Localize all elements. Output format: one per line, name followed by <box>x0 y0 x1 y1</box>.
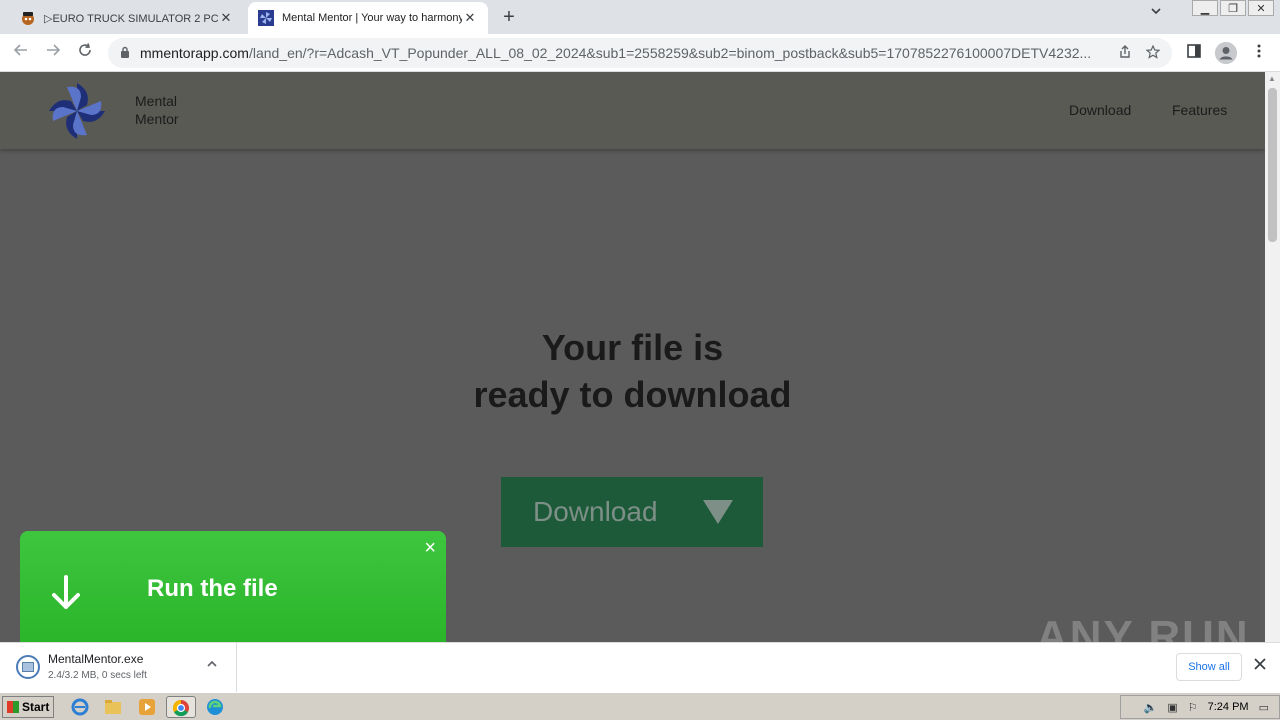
download-filename: MentalMentor.exe <box>48 652 144 666</box>
url-path: /land_en/?r=Adcash_VT_Popunder_ALL_08_02… <box>248 45 1092 61</box>
mental-mentor-logo-icon[interactable] <box>46 80 108 142</box>
url-host: mmentorapp.com <box>140 45 249 61</box>
scroll-up-arrow-icon[interactable]: ▲ <box>1268 74 1276 83</box>
download-button-label: Download <box>533 496 658 527</box>
browser-menu-icon[interactable] <box>1248 42 1270 64</box>
clock[interactable]: 7:24 PM <box>1208 701 1249 713</box>
shelf-close-icon[interactable] <box>1254 657 1266 675</box>
popup-close-icon[interactable]: × <box>424 537 436 560</box>
back-arrow-icon[interactable] <box>10 42 32 64</box>
run-file-popup[interactable]: × Run the file <box>20 531 446 642</box>
address-bar[interactable]: mmentorapp.com/land_en/?r=Adcash_VT_Popu… <box>108 38 1172 68</box>
network-icon[interactable]: ▣ <box>1167 701 1177 714</box>
file-explorer-icon[interactable] <box>103 697 123 717</box>
tab-euro-truck[interactable]: ▷EURO TRUCK SIMULATOR 2 PC ESP ✕ <box>10 2 244 34</box>
show-desktop-icon[interactable]: ▭ <box>1259 701 1269 714</box>
bookmark-star-icon[interactable] <box>1145 44 1161 62</box>
side-panel-icon[interactable] <box>1183 42 1205 64</box>
chevron-up-icon[interactable] <box>206 658 218 673</box>
share-icon[interactable] <box>1118 44 1132 62</box>
close-window-icon[interactable]: ✕ <box>1248 0 1274 16</box>
reload-icon[interactable] <box>74 42 96 64</box>
site-header: Mental Mentor Download Features <box>0 72 1265 149</box>
nav-features-link[interactable]: Features <box>1172 102 1227 118</box>
tab-close-icon[interactable]: ✕ <box>462 10 478 26</box>
brand-name[interactable]: Mental Mentor <box>135 92 179 128</box>
system-tray: 🔈 ▣ ⚐ 7:24 PM ▭ <box>1120 695 1280 719</box>
headline-line-1: Your file is <box>541 327 724 368</box>
tab-mental-mentor[interactable]: Mental Mentor | Your way to harmony ✕ <box>248 2 488 34</box>
new-tab-button[interactable]: + <box>498 4 520 30</box>
start-label: Start <box>22 700 50 714</box>
url-text: mmentorapp.com/land_en/?r=Adcash_VT_Popu… <box>140 45 1104 61</box>
brand-line-1: Mental <box>135 93 178 109</box>
euro-truck-favicon-icon <box>20 10 36 26</box>
download-button[interactable]: Download <box>501 477 763 547</box>
edge-icon[interactable] <box>205 697 225 717</box>
forward-arrow-icon[interactable] <box>42 42 64 64</box>
exe-file-icon <box>16 655 40 679</box>
download-item[interactable]: MentalMentor.exe 2.4/3.2 MB, 0 secs left <box>0 643 237 692</box>
minimize-icon[interactable]: ▁ <box>1192 0 1218 16</box>
mental-mentor-favicon-icon <box>258 10 274 26</box>
download-arrow-icon <box>52 575 80 609</box>
tab-title: Mental Mentor | Your way to harmony <box>282 12 462 24</box>
windows-taskbar: Start 🔈 ▣ ⚐ 7:24 PM ▭ <box>0 692 1280 720</box>
brand-line-2: Mentor <box>135 111 179 127</box>
nav-download-link[interactable]: Download <box>1069 102 1131 118</box>
headline-line-2: ready to download <box>473 374 792 415</box>
volume-icon[interactable]: 🔈 <box>1144 701 1158 714</box>
page-headline: Your file is ready to download <box>0 324 1265 418</box>
windows-flag-icon <box>7 701 19 713</box>
popup-text: Run the file <box>147 575 278 602</box>
chrome-taskbar-button[interactable] <box>166 696 196 718</box>
media-player-icon[interactable] <box>137 697 157 717</box>
download-status: 2.4/3.2 MB, 0 secs left <box>48 670 147 681</box>
internet-explorer-icon[interactable] <box>70 697 90 717</box>
show-all-button[interactable]: Show all <box>1176 653 1242 681</box>
chrome-icon <box>172 699 189 717</box>
lock-icon[interactable] <box>120 46 130 61</box>
start-button[interactable]: Start <box>2 696 54 718</box>
tab-strip: ▷EURO TRUCK SIMULATOR 2 PC ESP ✕ Mental … <box>0 0 1280 34</box>
page-scrollbar[interactable]: ▲ <box>1265 72 1280 642</box>
browser-toolbar: mmentorapp.com/land_en/?r=Adcash_VT_Popu… <box>0 34 1280 72</box>
tab-title: ▷EURO TRUCK SIMULATOR 2 PC ESP <box>44 12 218 25</box>
window-controls: ▁ ❐ ✕ <box>1190 0 1274 16</box>
action-center-flag-icon[interactable]: ⚐ <box>1188 701 1198 714</box>
download-shelf: MentalMentor.exe 2.4/3.2 MB, 0 secs left… <box>0 642 1280 692</box>
down-triangle-icon <box>703 500 733 524</box>
scrollbar-thumb[interactable] <box>1268 88 1277 242</box>
tab-search-chevron-down-icon[interactable] <box>1150 5 1162 20</box>
profile-avatar-icon[interactable] <box>1215 42 1237 64</box>
restore-icon[interactable]: ❐ <box>1220 0 1246 16</box>
tab-close-icon[interactable]: ✕ <box>218 10 234 26</box>
